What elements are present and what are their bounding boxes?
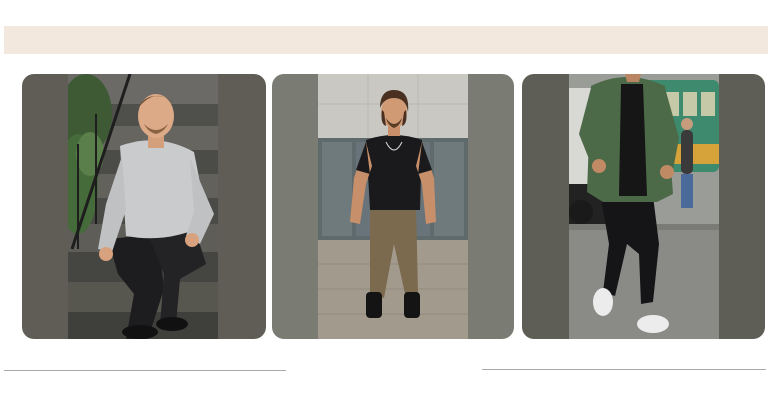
man-sitting-on-stairs-photo[interactable] bbox=[68, 74, 218, 339]
outfit-card-1[interactable] bbox=[22, 74, 266, 339]
outfit-card-3[interactable] bbox=[522, 74, 765, 339]
divider-left bbox=[4, 370, 286, 371]
page bbox=[0, 0, 768, 402]
man-walking-green-jacket-photo[interactable] bbox=[569, 74, 719, 339]
outfit-card-2[interactable] bbox=[272, 74, 514, 339]
man-standing-black-tshirt-photo[interactable] bbox=[318, 74, 468, 339]
top-banner bbox=[4, 26, 768, 54]
divider-right bbox=[482, 369, 766, 370]
